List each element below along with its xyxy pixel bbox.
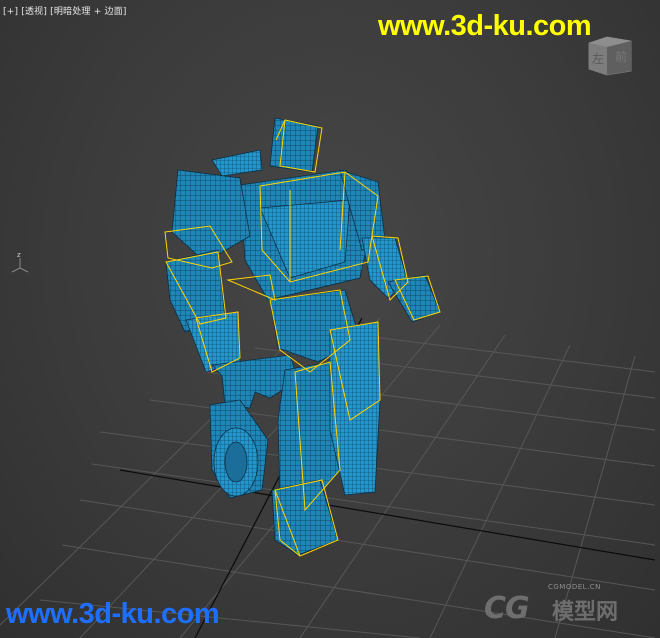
cgmodel-logo-small-text: CGMODEL.CN (548, 583, 601, 591)
axis-z-label: z (17, 251, 21, 259)
viewport-menu-view[interactable]: [透视] (21, 7, 47, 17)
viewport-scene[interactable]: z (0, 0, 660, 638)
viewport-menu-plus[interactable]: [+] (3, 7, 18, 17)
watermark-top: www.3d-ku.com (378, 10, 592, 42)
axis-gizmo-icon: z (11, 251, 29, 273)
perspective-viewport[interactable]: z [+] [透视] [明暗处理 + 边面] 左 前 www.3d-ku.com… (0, 0, 660, 638)
watermark-bottom: www.3d-ku.com (6, 598, 220, 630)
viewport-label[interactable]: [+] [透视] [明暗处理 + 边面] (3, 4, 127, 17)
viewport-menu-shading[interactable]: [明暗处理 + 边面] (50, 7, 127, 17)
cgmodel-logo-cn: 模型网 (552, 600, 619, 625)
viewcube-face-left: 左 (592, 51, 604, 66)
cgmodel-logo-cg: CG (484, 591, 530, 626)
robot-model[interactable] (165, 117, 441, 556)
viewcube-icon[interactable]: 左 前 (585, 33, 635, 77)
viewcube-face-front: 前 (615, 49, 627, 64)
